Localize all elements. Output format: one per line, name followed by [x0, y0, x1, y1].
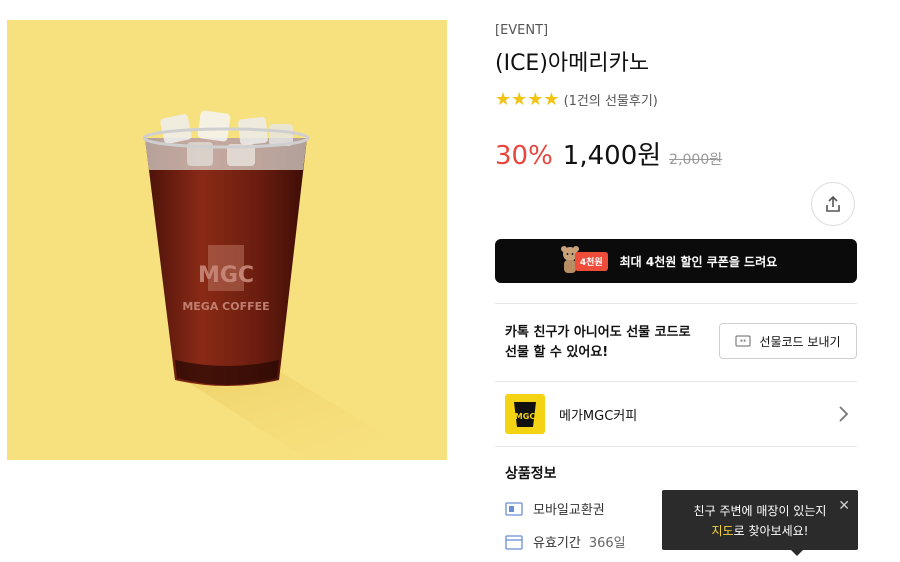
iced-americano-illustration: MGC MEGA COFFEE — [142, 110, 427, 460]
star-icon: ★ — [543, 89, 560, 110]
product-image: MGC MEGA COFFEE — [7, 20, 447, 460]
ticket-icon — [505, 501, 523, 516]
send-gift-code-label: 선물코드 보내기 — [759, 334, 841, 349]
cup-logo-text: MGC — [198, 263, 254, 288]
star-icon: ★ — [511, 89, 528, 110]
svg-text:**: ** — [740, 338, 748, 346]
discount-rate: 30% — [495, 141, 553, 171]
tooltip-line-2-rest: 로 찾아보세요! — [733, 524, 809, 538]
share-icon — [826, 195, 840, 212]
validity-label: 유효기간 — [533, 536, 581, 551]
brand-name: 메가MGC커피 — [559, 408, 638, 424]
gift-line-1: 카톡 친구가 아니어도 선물 코드로 — [505, 325, 691, 340]
divider — [495, 446, 857, 447]
tooltip-line-2: 지도로 찾아보세요! — [662, 521, 858, 541]
star-icon: ★ — [527, 89, 544, 110]
coupon-badge: 4천원 — [574, 251, 608, 271]
info-validity-row: 유효기간 366일 — [505, 532, 626, 551]
gift-line-2: 선물 할 수 있어요! — [505, 345, 609, 360]
send-gift-code-button[interactable]: ** 선물코드 보내기 — [719, 323, 857, 359]
map-link[interactable]: 지도 — [712, 524, 734, 538]
gift-code-icon: ** — [735, 335, 751, 347]
star-icon: ★ — [495, 89, 512, 110]
gift-code-description: 카톡 친구가 아니어도 선물 코드로 선물 할 수 있어요! — [505, 323, 691, 363]
event-tag: [EVENT] — [495, 23, 549, 38]
info-type-label: 모바일교환권 — [533, 503, 605, 518]
mgc-logo-icon: MGC — [514, 402, 536, 427]
review-count[interactable]: (1건의 선물후기) — [564, 90, 658, 109]
price-row: 30% 1,400원 2,000원 — [495, 135, 722, 172]
product-title: (ICE)아메리카노 — [495, 51, 650, 76]
tooltip-line-1: 친구 주변에 매장이 있는지 — [693, 504, 827, 518]
divider — [495, 381, 857, 382]
tooltip-tail — [790, 549, 804, 556]
svg-text:MGC: MGC — [515, 412, 536, 421]
product-detail-panel: [EVENT] (ICE)아메리카노 ★★★★ (1건의 선물후기) 30% 1… — [495, 0, 859, 562]
original-price: 2,000원 — [669, 152, 723, 168]
sale-price: 1,400원 — [562, 141, 662, 171]
brand-link[interactable]: MGC 메가MGC커피 — [505, 393, 857, 435]
close-icon[interactable]: ✕ — [838, 496, 850, 516]
star-rating: ★★★★ — [495, 89, 560, 110]
share-button[interactable] — [811, 182, 855, 226]
validity-value: 366일 — [588, 536, 626, 551]
cup-brand-text: MEGA COFFEE — [182, 300, 269, 313]
coupon-banner[interactable]: 4천원 최대 4천원 할인 쿠폰을 드려요 — [495, 239, 857, 283]
divider — [495, 303, 857, 304]
coupon-text: 최대 4천원 할인 쿠폰을 드려요 — [619, 254, 778, 269]
store-map-tooltip[interactable]: ✕ 친구 주변에 매장이 있는지 지도로 찾아보세요! — [662, 490, 858, 556]
calendar-icon — [505, 534, 523, 550]
product-info-title: 상품정보 — [505, 466, 557, 482]
brand-logo: MGC — [505, 394, 545, 434]
info-type-row: 모바일교환권 — [505, 499, 605, 518]
chevron-right-icon — [839, 406, 849, 422]
rating[interactable]: ★★★★ (1건의 선물후기) — [495, 89, 658, 110]
